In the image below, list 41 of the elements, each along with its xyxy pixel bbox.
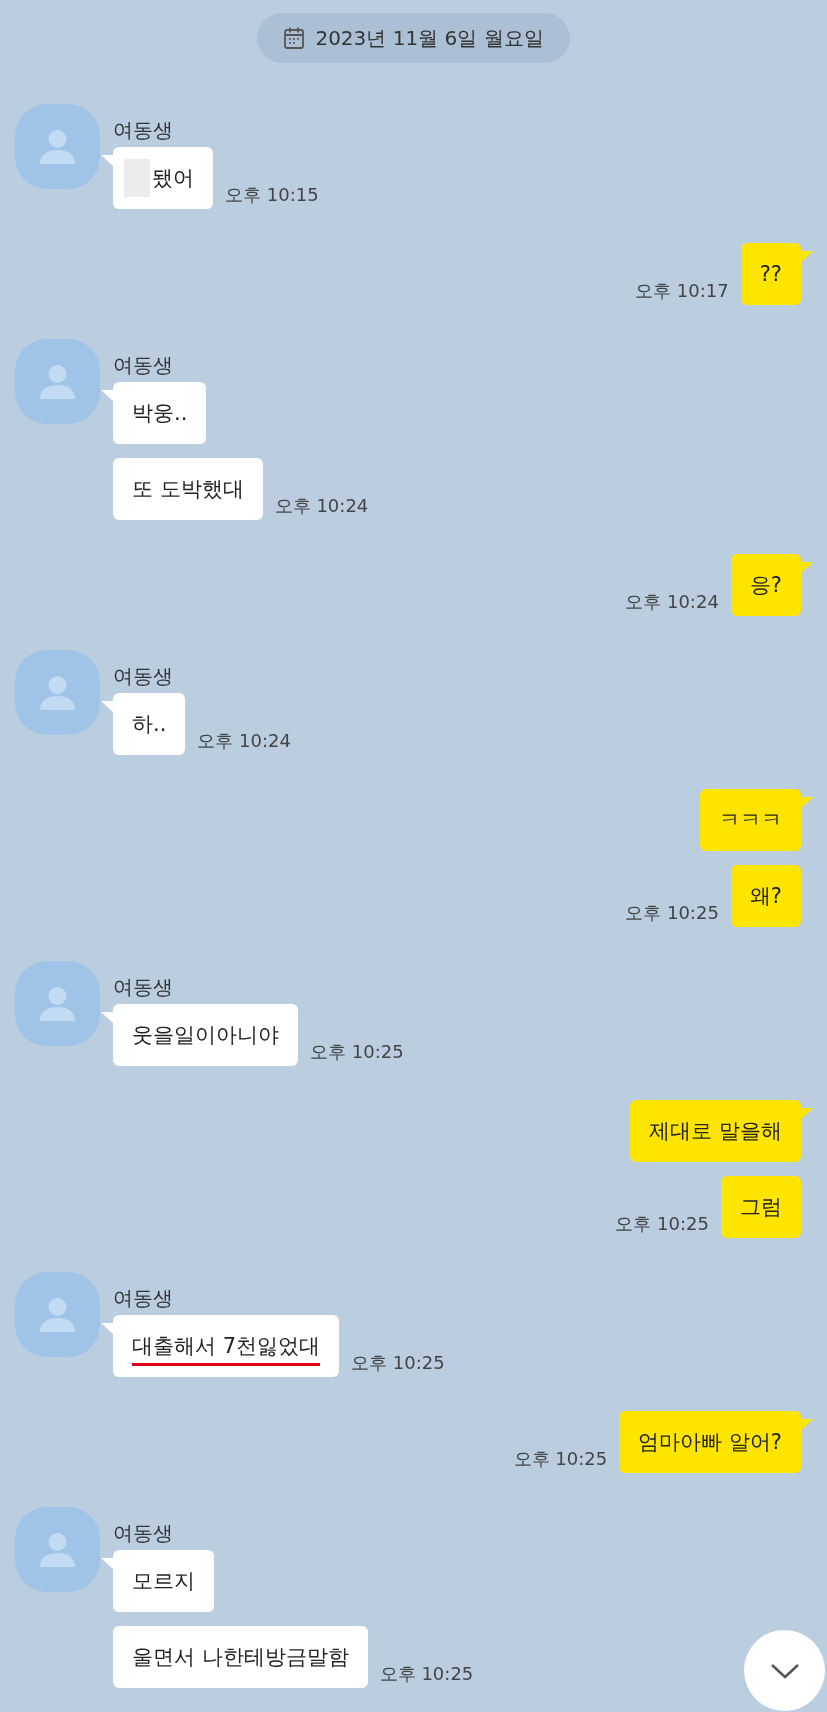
message-bubble: 또 도박했대: [113, 458, 263, 520]
message-time: 오후 10:17: [635, 279, 729, 303]
message-bubble: ??: [740, 243, 801, 305]
avatar-icon[interactable]: [15, 1507, 100, 1592]
message-time: 오후 10:25: [351, 1351, 445, 1375]
message-bubble: 왜?: [730, 865, 801, 927]
sender-name: 여동생: [113, 117, 173, 144]
sender-name: 여동생: [113, 352, 173, 379]
chevron-down-icon: [769, 1661, 800, 1680]
message-time: 오후 10:25: [625, 901, 719, 925]
avatar-icon[interactable]: [15, 1272, 100, 1357]
message-bubble: 모르지: [113, 1550, 214, 1612]
message-time: 오후 10:25: [513, 1447, 608, 1471]
message-time: 오후 10:25: [379, 1662, 474, 1686]
message-time: 오후 10:24: [625, 590, 719, 614]
message-bubble: 울면서 나한테방금말함: [113, 1626, 368, 1688]
calendar-icon: [283, 26, 306, 50]
avatar-icon[interactable]: [15, 961, 100, 1046]
message-bubble: 하..: [113, 693, 186, 755]
date-text: 2023년 11월 6일 월요일: [315, 24, 544, 52]
sender-name: 여동생: [113, 1285, 173, 1312]
message-bubble: ㅋㅋㅋ: [700, 789, 801, 851]
message-time: 오후 10:24: [197, 729, 291, 753]
sender-name: 여동생: [113, 1520, 173, 1547]
avatar-icon[interactable]: [15, 104, 100, 189]
message-bubble: 됐어: [113, 147, 213, 209]
message-bubble: 응?: [730, 554, 801, 616]
message-bubble: 박웅..: [113, 382, 207, 444]
avatar-icon[interactable]: [15, 650, 100, 735]
sender-name: 여동생: [113, 974, 173, 1001]
sender-name: 여동생: [113, 663, 173, 690]
message-bubble: 그럼: [721, 1176, 801, 1238]
message-bubble: 웃을일이아니야: [113, 1004, 298, 1066]
message-time: 오후 10:24: [274, 494, 369, 518]
message-time: 오후 10:25: [310, 1040, 404, 1064]
message-time: 오후 10:15: [225, 183, 319, 207]
message-time: 오후 10:25: [615, 1212, 709, 1236]
message-bubble: 대출해서 7천잃었대: [113, 1315, 340, 1377]
message-bubble: 엄마아빠 알어?: [619, 1411, 801, 1473]
avatar-icon[interactable]: [15, 339, 100, 424]
message-bubble: 제대로 말을해: [630, 1100, 801, 1162]
